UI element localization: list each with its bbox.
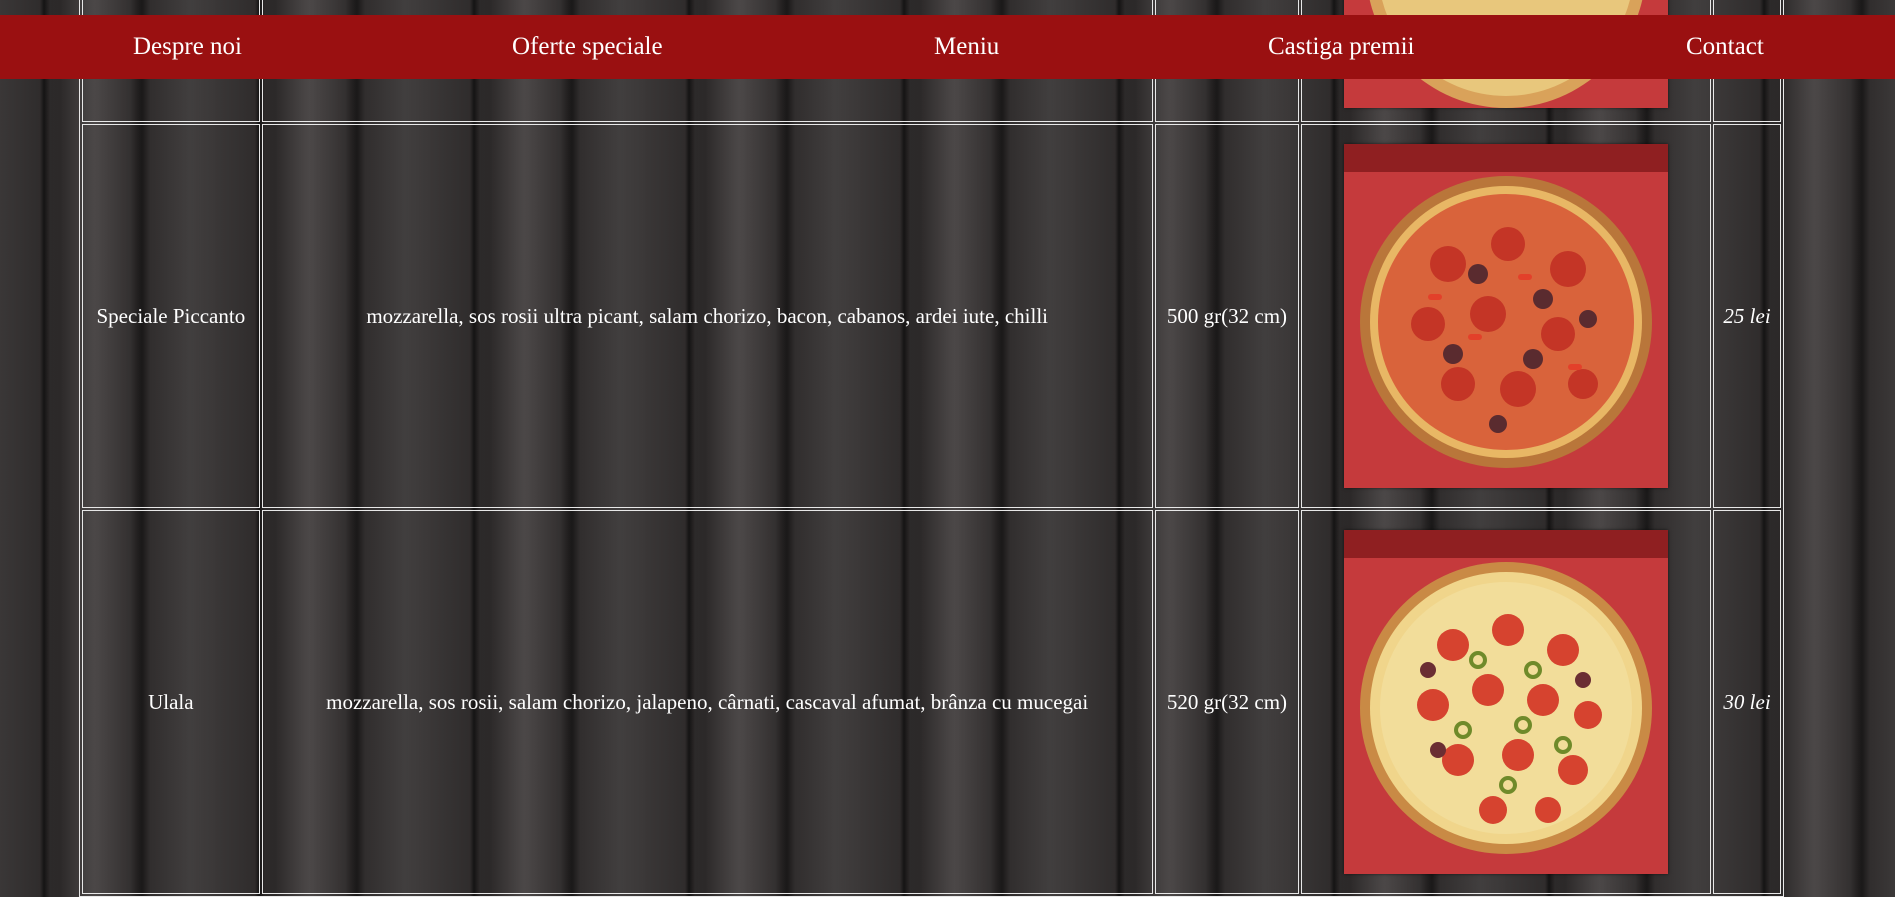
pizza-ingredients: mozzarella, sos rosii ultra picant, sala… [261,124,1153,508]
table-row: Ulala mozzarella, sos rosii, salam chori… [82,510,1781,894]
nav-item-oferte-speciale[interactable]: Oferte speciale [512,15,663,79]
pizza-image-cell [1301,124,1712,508]
pizza-weight: 520 gr(32 cm) [1154,510,1300,894]
pizza-price: 30 lei [1713,510,1781,894]
pizza-weight: 500 gr(32 cm) [1154,124,1300,508]
pizza-image-cell [1301,510,1712,894]
nav-item-contact[interactable]: Contact [1686,15,1764,79]
pizza-name: Speciale Piccanto [82,124,260,508]
pizza-picante-graphic [1360,176,1653,468]
pizza-ulala-graphic [1360,562,1653,854]
pizza-ulala-image [1344,530,1669,874]
pizza-price: 25 lei [1713,124,1781,508]
pizza-name: Ulala [82,510,260,894]
pizza-menu-table: Speciale Piccanto mozzarella, sos rosii … [79,0,1784,897]
pizza-ingredients: mozzarella, sos rosii, salam chorizo, ja… [261,510,1153,894]
pizza-picante-image [1344,144,1669,488]
nav-item-despre-noi[interactable]: Despre noi [133,15,242,79]
table-row: Speciale Piccanto mozzarella, sos rosii … [82,124,1781,508]
nav-item-meniu[interactable]: Meniu [934,15,999,79]
top-navbar: Despre noi Oferte speciale Meniu Castiga… [0,15,1895,79]
nav-item-castiga-premii[interactable]: Castiga premii [1268,15,1415,79]
pizza-box-lid [1344,144,1669,172]
pizza-box-lid [1344,530,1669,558]
